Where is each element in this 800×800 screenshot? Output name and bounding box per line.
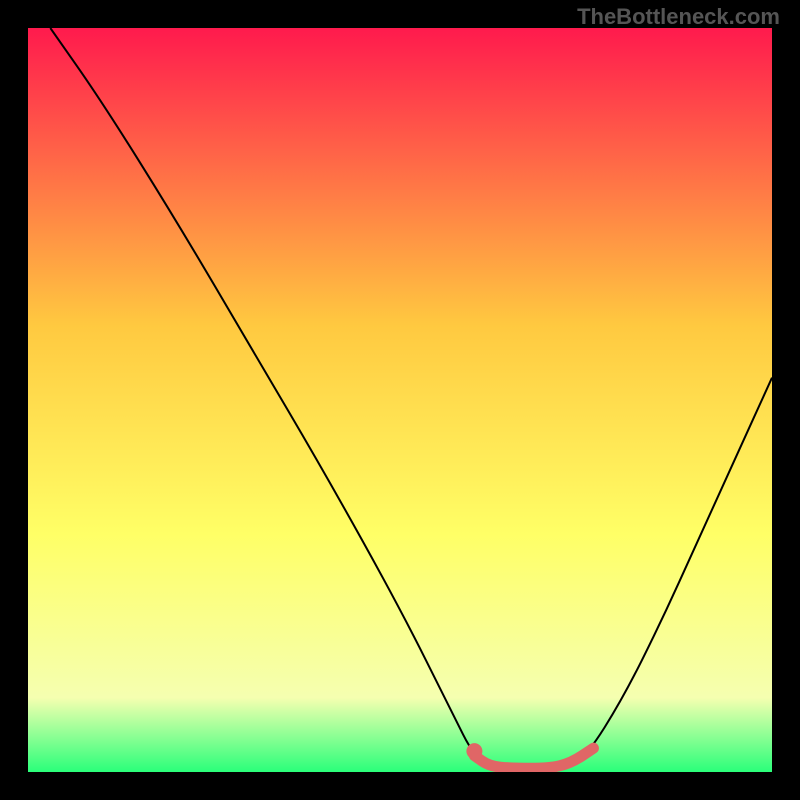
plot-area [28,28,772,772]
chart-svg [28,28,772,772]
watermark-text: TheBottleneck.com [577,4,780,30]
chart-container: TheBottleneck.com [0,0,800,800]
gradient-background [28,28,772,772]
highlight-dot [466,743,482,759]
